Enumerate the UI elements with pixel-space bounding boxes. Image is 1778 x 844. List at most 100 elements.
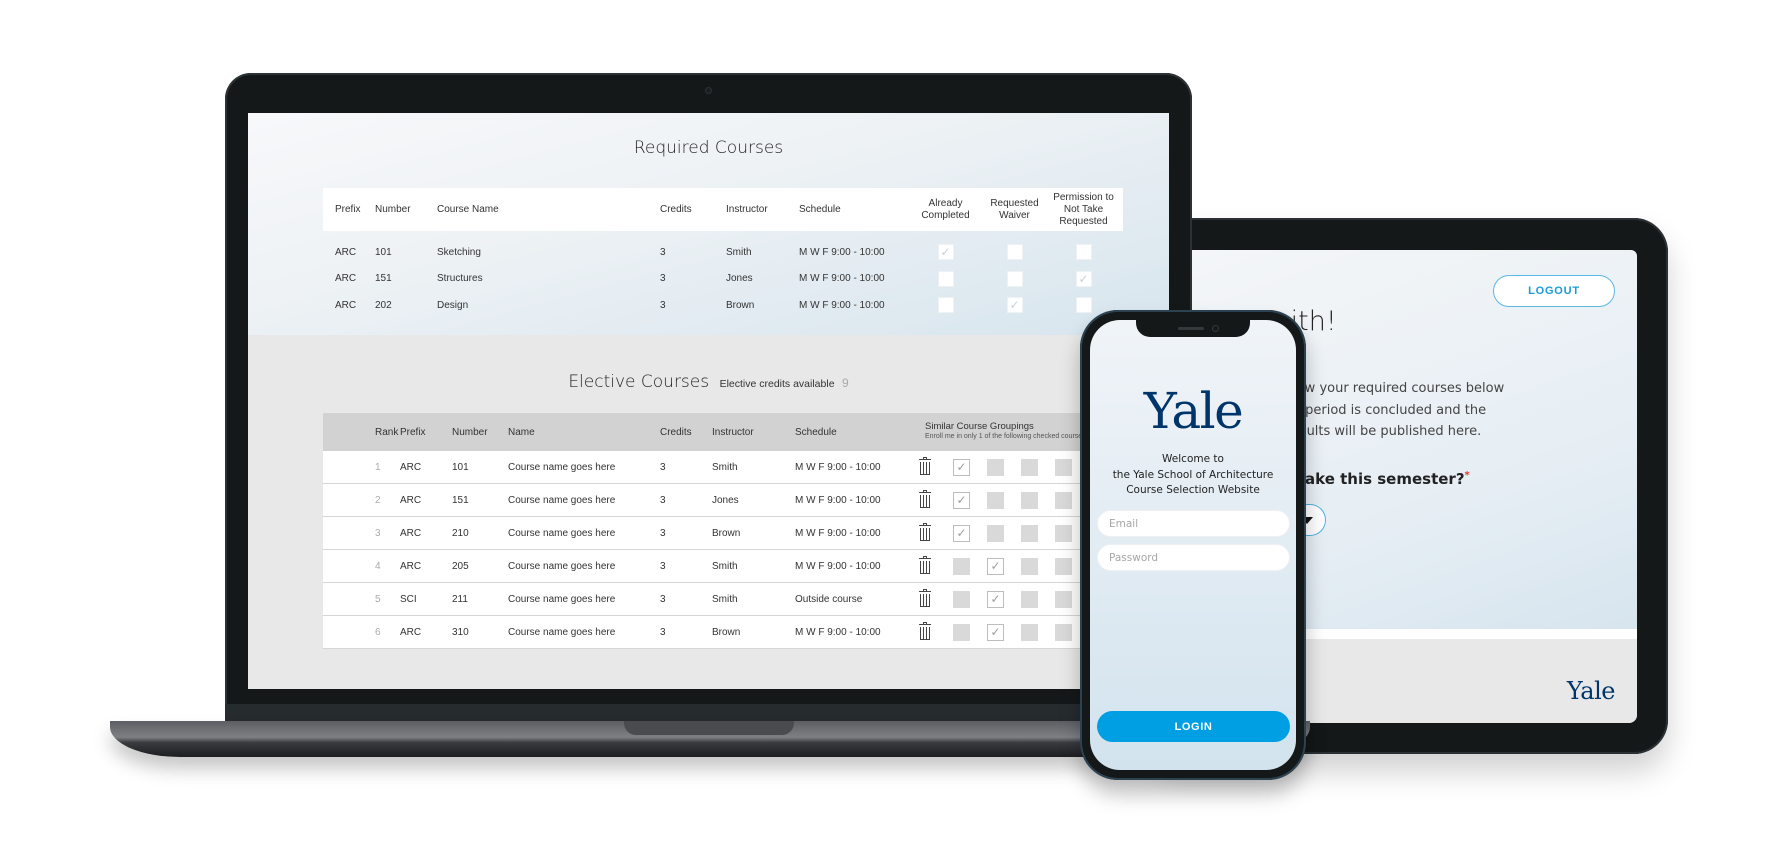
column-header: Rank <box>375 426 399 438</box>
trash-handle <box>923 589 927 591</box>
trash-can <box>920 561 930 574</box>
cell-schedule: Outside course <box>795 593 863 605</box>
cell-waiver <box>980 270 1049 287</box>
grouping-checkbox[interactable] <box>1021 623 1038 641</box>
trash-handle <box>923 457 927 459</box>
table-row: ARC 101 Sketching 3 Smith M W F 9:00 - 10:00 ✓ <box>323 239 1123 266</box>
cell-schedule: M W F 9:00 - 10:00 <box>795 560 881 572</box>
cell-name: Structures <box>437 273 483 285</box>
trash-icon[interactable] <box>919 523 931 541</box>
login-button[interactable]: LOGIN <box>1097 711 1290 742</box>
waiver-checkbox[interactable]: ✓ <box>1006 297 1023 314</box>
cell-rank: 2 <box>375 494 381 506</box>
cell-instructor: Jones <box>712 494 739 506</box>
cell-schedule: M W F 9:00 - 10:00 <box>795 626 881 638</box>
cell-schedule: M W F 9:00 - 10:00 <box>795 461 881 473</box>
cell-prefix: ARC <box>335 246 357 258</box>
grouping-checkbox[interactable] <box>1021 524 1038 542</box>
table-row: 5 SCI 211 Course name goes here 3 Smith Outsid… <box>323 583 1123 616</box>
cell-completed: ✓ <box>911 244 980 261</box>
cell-schedule: M W F 9:00 - 10:00 <box>799 246 885 258</box>
password-input[interactable] <box>1097 544 1290 571</box>
column-header: Prefix <box>335 204 361 215</box>
trash-icon[interactable] <box>919 556 931 574</box>
cell-number: 205 <box>452 560 469 572</box>
not_take-checkbox[interactable] <box>1075 244 1092 261</box>
cell-prefix: ARC <box>400 494 422 506</box>
check-icon: ✓ <box>940 245 951 260</box>
email-input[interactable] <box>1097 510 1290 537</box>
cell-instructor: Smith <box>712 560 738 572</box>
trash-icon[interactable] <box>919 622 931 640</box>
cell-name: Course name goes here <box>508 560 616 572</box>
cell-credits: 3 <box>660 494 666 506</box>
table-header: Prefix Number Course Name Credits Instru… <box>323 188 1123 231</box>
grouping-checkbox[interactable] <box>953 590 970 608</box>
cell-prefix: SCI <box>400 593 417 605</box>
grouping-checkbox[interactable] <box>987 458 1004 476</box>
grouping-checkbox[interactable] <box>1021 491 1038 509</box>
column-header: Credits <box>660 426 692 438</box>
grouping-checkbox[interactable] <box>1021 590 1038 608</box>
grouping-checkbox[interactable]: ✓ <box>987 557 1004 575</box>
column-header: Number <box>375 204 411 215</box>
trash-icon[interactable] <box>919 490 931 508</box>
table-header: Rank Prefix Number Name Credits Instruct… <box>323 413 1123 451</box>
cell-rank: 5 <box>375 593 381 605</box>
grouping-checkbox[interactable] <box>1055 458 1072 476</box>
check-icon: ✓ <box>956 526 967 540</box>
cell-completed <box>911 297 980 314</box>
cell-waiver: ✓ <box>980 297 1049 314</box>
required-courses-table: Prefix Number Course Name Credits Instru… <box>323 188 1123 319</box>
check-icon: ✓ <box>1009 298 1020 313</box>
cell-name: Sketching <box>437 246 481 258</box>
logout-button[interactable]: LOGOUT <box>1493 275 1615 307</box>
grouping-checkbox[interactable] <box>953 623 970 641</box>
cell-delete <box>905 457 945 475</box>
trash-icon[interactable] <box>919 589 931 607</box>
cell-waiver <box>980 244 1049 261</box>
yale-logo: Yale <box>1566 677 1616 705</box>
table-row: 4 ARC 205 Course name goes here 3 Smith M W F … <box>323 550 1123 583</box>
check-icon: ✓ <box>990 559 1001 573</box>
completed-checkbox[interactable] <box>937 270 954 287</box>
grouping-checkbox[interactable]: ✓ <box>987 590 1004 608</box>
grouping-checkbox[interactable] <box>987 491 1004 509</box>
grouping-checkbox[interactable] <box>953 557 970 575</box>
grouping-checkbox[interactable] <box>1055 590 1072 608</box>
cell-credits: 3 <box>660 273 666 285</box>
grouping-checkbox[interactable]: ✓ <box>953 491 970 509</box>
cell-not_take <box>1049 244 1118 261</box>
grouping-checkbox[interactable] <box>1021 557 1038 575</box>
cell-credits: 3 <box>660 246 666 258</box>
trash-icon[interactable] <box>919 457 931 475</box>
completed-checkbox[interactable]: ✓ <box>937 244 954 261</box>
grouping-checkbox[interactable] <box>1021 458 1038 476</box>
grouping-checkbox[interactable] <box>1055 557 1072 575</box>
welcome-line: Course Selection Website <box>1126 484 1260 496</box>
trash-can <box>920 462 930 475</box>
welcome-line: the Yale School of Architecture <box>1112 468 1274 481</box>
grouping-checkbox[interactable] <box>1055 524 1072 542</box>
grouping-checkbox[interactable] <box>987 524 1004 542</box>
not_take-checkbox[interactable] <box>1075 297 1092 314</box>
waiver-checkbox[interactable] <box>1006 244 1023 261</box>
grouping-checkbox[interactable] <box>1055 491 1072 509</box>
required-marker: * <box>1464 470 1470 481</box>
check-icon: ✓ <box>956 493 967 507</box>
grouping-checkbox[interactable]: ✓ <box>953 458 970 476</box>
table-row: 2 ARC 151 Course name goes here 3 Jones M W F … <box>323 484 1123 517</box>
cell-not_take: ✓ <box>1049 270 1118 287</box>
completed-checkbox[interactable] <box>937 297 954 314</box>
cell-number: 151 <box>375 273 392 285</box>
cell-delete <box>905 622 945 640</box>
phone-notch <box>1136 320 1250 337</box>
cell-number: 310 <box>452 626 469 638</box>
waiver-checkbox[interactable] <box>1006 270 1023 287</box>
not_take-checkbox[interactable]: ✓ <box>1075 270 1092 287</box>
cell-number: 210 <box>452 527 469 539</box>
cell-prefix: ARC <box>335 273 357 285</box>
grouping-checkbox[interactable]: ✓ <box>987 623 1004 641</box>
grouping-checkbox[interactable] <box>1055 623 1072 641</box>
grouping-checkbox[interactable]: ✓ <box>953 524 970 542</box>
